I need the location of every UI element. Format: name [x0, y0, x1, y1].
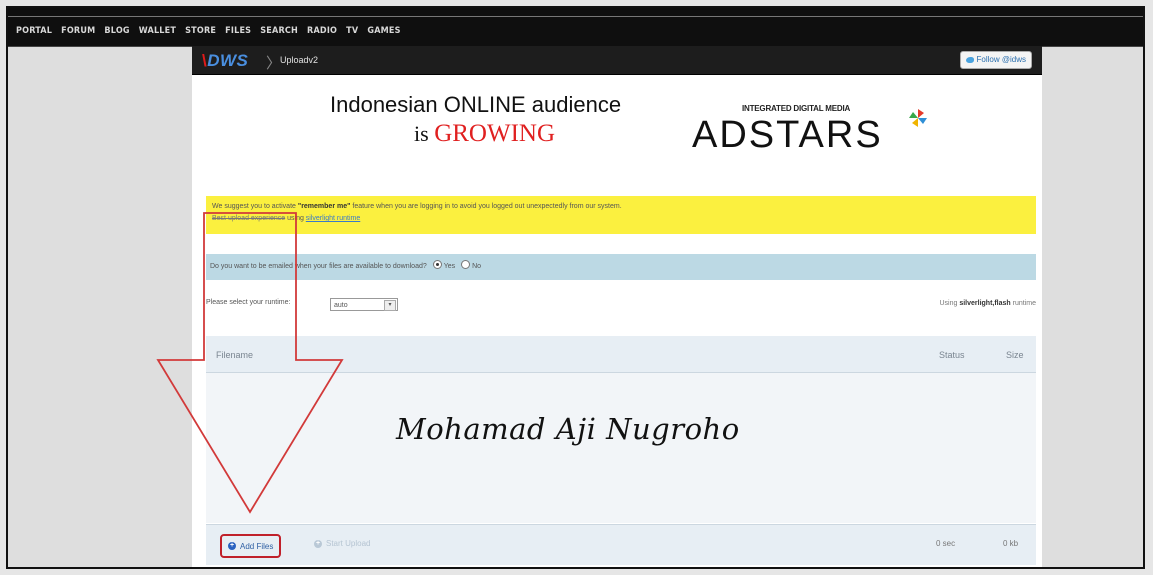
col-status: Status: [939, 350, 965, 360]
using-pre: Using: [939, 300, 960, 307]
banner-line1: Indonesian ONLINE audience: [330, 92, 622, 117]
plus-icon: +: [228, 542, 236, 550]
follow-label: Follow @idws: [976, 55, 1026, 64]
runtime-select[interactable]: auto ▾: [330, 298, 398, 311]
radio-yes-label: Yes: [443, 263, 456, 270]
notice-pre: We suggest you to activate: [212, 203, 298, 210]
nav-store[interactable]: STORE: [185, 26, 216, 36]
nav-blog[interactable]: BLOG: [104, 26, 129, 36]
using-post: runtime: [1010, 300, 1036, 307]
nav-tv[interactable]: TV: [346, 26, 358, 36]
nav-forum[interactable]: FORUM: [61, 26, 95, 36]
banner-line2-prefix: is: [414, 121, 435, 146]
site-logo[interactable]: \DWS: [202, 51, 248, 71]
ad-banner[interactable]: Indonesian ONLINE audience is GROWING IN…: [192, 74, 1042, 186]
nav-links: PORTAL FORUM BLOG WALLET STORE FILES SEA…: [16, 26, 401, 36]
signature-watermark: Mohamad Aji Nugroho: [396, 412, 740, 446]
notice-box: We suggest you to activate "remember me"…: [206, 196, 1036, 234]
follow-button[interactable]: Follow @idws: [959, 51, 1032, 69]
logo-text: DWS: [207, 51, 249, 70]
twitter-icon: [965, 57, 974, 63]
col-filename: Filename: [216, 350, 254, 360]
banner-highlight: GROWING: [434, 120, 556, 147]
notice-line2: Best upload experience using silverlight…: [212, 213, 1030, 225]
file-table-footer: + Add Files + Start Upload 0 sec 0 kb: [206, 524, 1036, 565]
radio-no[interactable]: [461, 260, 471, 269]
using-bold: silverlight,flash: [959, 300, 1011, 307]
nav-wallet[interactable]: WALLET: [139, 26, 176, 36]
brand-name: ADSTARS: [692, 114, 883, 156]
upload-page: \DWS 〉 Uploadv2 Follow @idws Indonesian …: [192, 46, 1042, 567]
runtime-value: auto: [334, 302, 348, 309]
pinwheel-icon: [909, 109, 927, 127]
breadcrumb-separator: 〉: [266, 55, 282, 72]
radio-yes[interactable]: [432, 260, 442, 269]
email-prompt: Do you want to be emailed when your file…: [206, 254, 1036, 280]
notice-bold: "remember me": [297, 203, 351, 210]
upload-time: 0 sec: [936, 539, 956, 548]
breadcrumb[interactable]: Uploadv2: [280, 55, 318, 65]
browser-frame: PORTAL FORUM BLOG WALLET STORE FILES SEA…: [6, 6, 1145, 569]
upload-size: 0 kb: [1003, 539, 1019, 548]
nav-files[interactable]: FILES: [225, 26, 251, 36]
add-files-label: Add Files: [240, 541, 274, 551]
notice-post: feature when you are logging in to avoid…: [350, 203, 622, 210]
nav-radio[interactable]: RADIO: [307, 26, 337, 36]
top-rule: [8, 16, 1143, 17]
nav-search[interactable]: SEARCH: [260, 26, 298, 36]
silverlight-link[interactable]: silverlight runtime: [306, 215, 360, 222]
add-files-button[interactable]: + Add Files: [220, 534, 282, 558]
start-upload-label: Start Upload: [326, 539, 371, 548]
start-upload-button[interactable]: + Start Upload: [314, 539, 370, 548]
notice-mid: using: [285, 215, 306, 222]
brand-tagline: INTEGRATED DIGITAL MEDIA: [742, 104, 851, 113]
runtime-info: Using silverlight,flash runtime: [940, 300, 1037, 307]
radio-no-label: No: [472, 263, 482, 270]
email-question: Do you want to be emailed when your file…: [210, 263, 427, 270]
runtime-label: Please select your runtime:: [206, 299, 291, 306]
upload-icon: +: [314, 539, 322, 548]
site-header: \DWS 〉 Uploadv2 Follow @idws: [192, 46, 1042, 75]
col-size: Size: [1006, 350, 1024, 360]
notice-struck: Best upload experience: [212, 215, 286, 222]
file-drop-zone[interactable]: Mohamad Aji Nugroho: [206, 373, 1036, 523]
notice-line1: We suggest you to activate "remember me"…: [212, 201, 1030, 213]
file-table-header: Filename Status Size: [206, 336, 1036, 373]
nav-games[interactable]: GAMES: [367, 26, 400, 36]
banner-line2: is GROWING: [414, 120, 555, 148]
top-navigation: PORTAL FORUM BLOG WALLET STORE FILES SEA…: [8, 8, 1143, 47]
nav-portal[interactable]: PORTAL: [16, 26, 52, 36]
chevron-down-icon: ▾: [384, 300, 396, 311]
